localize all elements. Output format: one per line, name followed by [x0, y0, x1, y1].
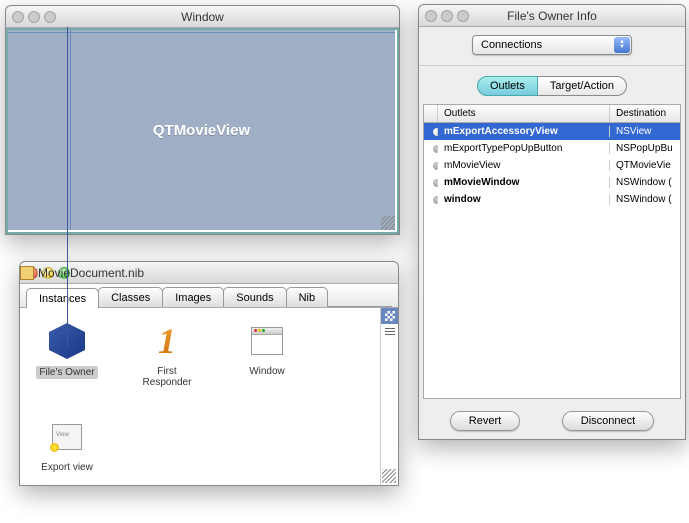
outlets-table: Outlets Destination mExportAccessoryView…: [423, 104, 681, 399]
tab-images[interactable]: Images: [162, 287, 224, 307]
traffic-lights: [12, 11, 56, 23]
col-outlets[interactable]: Outlets: [438, 105, 610, 122]
close-icon[interactable]: [12, 11, 24, 23]
icon-view-button[interactable]: [381, 308, 398, 324]
outlet-name: mMovieWindow: [438, 177, 610, 188]
zoom-icon[interactable]: [58, 267, 70, 279]
traffic-lights: [26, 267, 70, 279]
window-title: MovieDocument.nib: [20, 266, 398, 280]
segmented-control: Outlets Target/Action: [477, 76, 627, 96]
guide-vertical: [70, 30, 71, 230]
outlet-name: mMovieView: [438, 160, 610, 171]
segment-outlets[interactable]: Outlets: [477, 76, 538, 96]
view-switcher: [380, 308, 398, 485]
grid-icon: [385, 311, 395, 321]
window-content: QTMovieView: [6, 28, 399, 234]
outlet-destination: NSPopUpBu: [610, 143, 680, 154]
list-icon: [385, 328, 395, 336]
tab-nib[interactable]: Nib: [286, 287, 329, 307]
connection-line: [67, 27, 68, 347]
disconnect-button[interactable]: Disconnect: [562, 411, 654, 431]
outlet-destination: NSWindow (: [610, 177, 680, 188]
segment-target-action[interactable]: Target/Action: [538, 76, 627, 96]
table-row[interactable]: mMovieViewQTMovieVie: [424, 157, 680, 174]
outlet-name: window: [438, 194, 610, 205]
icon-area[interactable]: File's Owner 1 First Responder Window Ex…: [20, 308, 380, 485]
tab-instances[interactable]: Instances: [26, 288, 99, 308]
zoom-icon[interactable]: [457, 10, 469, 22]
titlebar[interactable]: File's Owner Info: [419, 5, 685, 27]
popup-arrows-icon: ▲▼: [614, 37, 630, 53]
resize-handle-icon[interactable]: [382, 469, 396, 483]
separator: [419, 65, 685, 66]
col-status[interactable]: [424, 105, 438, 122]
view-label: QTMovieView: [153, 122, 250, 139]
resize-handle-icon[interactable]: [381, 216, 395, 230]
col-destination[interactable]: Destination: [610, 105, 680, 122]
traffic-lights: [425, 10, 469, 22]
segment-row: Outlets Target/Action: [419, 72, 685, 104]
pane-popup[interactable]: Connections ▲▼: [472, 35, 632, 55]
minimize-icon[interactable]: [28, 11, 40, 23]
window-item[interactable]: Window: [232, 320, 302, 388]
table-header: Outlets Destination: [423, 104, 681, 123]
export-view-item[interactable]: Export view: [32, 416, 102, 473]
zoom-icon[interactable]: [44, 11, 56, 23]
table-body[interactable]: mExportAccessoryViewNSViewmExportTypePop…: [423, 123, 681, 399]
popup-row: Connections ▲▼: [419, 27, 685, 63]
close-icon[interactable]: [425, 10, 437, 22]
nib-content: File's Owner 1 First Responder Window Ex…: [20, 308, 398, 485]
table-row[interactable]: mExportAccessoryViewNSView: [424, 123, 680, 140]
table-row[interactable]: mMovieWindowNSWindow (: [424, 174, 680, 191]
list-view-button[interactable]: [381, 324, 398, 340]
table-row[interactable]: mExportTypePopUpButtonNSPopUpBu: [424, 140, 680, 157]
close-icon[interactable]: [26, 267, 38, 279]
outlet-destination: QTMovieVie: [610, 160, 680, 171]
titlebar[interactable]: Window: [6, 6, 399, 28]
outlet-destination: NSView: [610, 126, 680, 137]
first-responder-item[interactable]: 1 First Responder: [132, 320, 202, 388]
tab-bar: Instances Classes Images Sounds Nib: [20, 284, 398, 308]
table-row[interactable]: windowNSWindow (: [424, 191, 680, 208]
revert-button[interactable]: Revert: [450, 411, 520, 431]
titlebar[interactable]: MovieDocument.nib: [20, 262, 398, 284]
movie-window: Window QTMovieView: [5, 5, 400, 235]
window-title: Window: [6, 10, 399, 24]
minimize-icon[interactable]: [441, 10, 453, 22]
tab-sounds[interactable]: Sounds: [223, 287, 286, 307]
nib-window: MovieDocument.nib Instances Classes Imag…: [19, 261, 399, 486]
minimize-icon[interactable]: [42, 267, 54, 279]
tab-classes[interactable]: Classes: [98, 287, 163, 307]
outlet-name: mExportTypePopUpButton: [438, 143, 610, 154]
first-responder-icon: 1: [158, 320, 176, 362]
inspector-window: File's Owner Info Connections ▲▼ Outlets…: [418, 4, 686, 440]
view-icon: [52, 424, 82, 450]
outlet-destination: NSWindow (: [610, 194, 680, 205]
window-icon: [251, 327, 283, 355]
outlet-name: mExportAccessoryView: [438, 126, 610, 137]
button-row: Revert Disconnect: [419, 411, 685, 431]
